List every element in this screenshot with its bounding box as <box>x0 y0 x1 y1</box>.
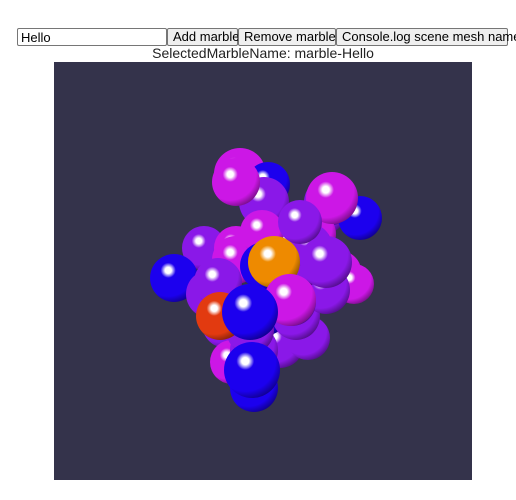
3d-scene-canvas[interactable] <box>54 62 472 480</box>
marbles-group <box>150 148 382 412</box>
selected-marble-name: SelectedMarbleName: marble-Hello <box>152 45 374 61</box>
marble-scene <box>150 148 382 412</box>
marble-blue[interactable] <box>222 284 278 340</box>
page: Add marble Remove marbles Console.log sc… <box>0 0 516 500</box>
marble-magenta[interactable] <box>212 158 260 206</box>
marble-blue[interactable] <box>224 342 280 398</box>
marble-violet[interactable] <box>278 200 322 244</box>
marble-violet[interactable] <box>300 236 352 288</box>
